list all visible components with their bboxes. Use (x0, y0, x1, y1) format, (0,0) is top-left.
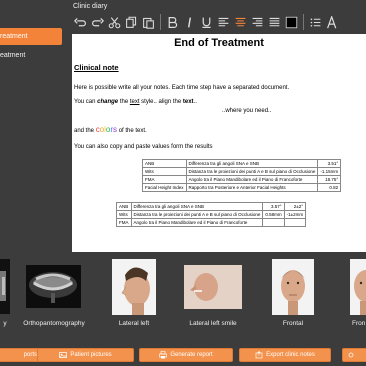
table-cell: Angolo tra il Piano Mandibolare ed il Pi… (185, 175, 319, 184)
table-cell (262, 218, 285, 227)
text-span: text (182, 99, 194, 105)
text-span: style.. align the (139, 99, 183, 105)
thumbnail-frontal-smile[interactable] (350, 259, 366, 315)
table-cell: Differenza tra gli angoli SNA e SNB (185, 159, 319, 168)
paste-icon[interactable] (140, 13, 157, 31)
picture-gallery: y Orthopantomography Lateral left Latera… (0, 252, 366, 342)
button-label: ports (23, 352, 37, 358)
table-cell: Facial Height Index (142, 183, 187, 192)
results-table: ANB Differenza tra gli angoli SNA e SNB 3.… (142, 159, 342, 192)
clinic-diary-title: Clinic diary (73, 3, 108, 10)
thumbnail-orthopantomography[interactable] (26, 265, 81, 308)
thumbnail-label: y (3, 320, 7, 327)
text-span: change (97, 99, 119, 105)
table-row: ANB Differenza tra gli angoli SNA e SNB 3.… (142, 159, 342, 168)
document-subtitle: Clinical note (74, 63, 119, 72)
list-icon[interactable] (307, 13, 324, 31)
thumbnail-label: Frontal (282, 320, 304, 327)
text-span: the (118, 99, 130, 105)
table-cell: 18.75° (317, 175, 342, 184)
table-cell: Wits (142, 167, 187, 176)
table-row: ANB Differenza tra gli angoli SNA e SNB 3.… (116, 202, 307, 211)
table-cell: 2±2° (283, 202, 307, 211)
toolbar-divider (160, 14, 161, 30)
patient-pictures-button[interactable]: Patient pictures (37, 348, 134, 362)
copy-icon[interactable] (123, 13, 140, 31)
table-cell: Angolo tra il Piano Mandibolare ed il Pi… (130, 218, 264, 227)
document-paragraph: You can also copy and paste values form … (74, 144, 213, 150)
table-cell: Distanza tra le proiezioni dei punti A e… (130, 210, 264, 219)
export-icon (255, 351, 263, 359)
thumbnail-label: Orthopantomography (23, 320, 85, 327)
table-cell: -1±2mm (283, 210, 307, 219)
note-document[interactable]: End of Treatment Clinical note Here is p… (72, 34, 366, 252)
document-paragraph: Here is possible write all your notes. E… (74, 85, 290, 91)
table-cell: -1.15mm (317, 167, 342, 176)
table-row: Wits Distanza tra le proiezioni dei punti… (142, 167, 342, 176)
table-cell: 3.57° (262, 202, 285, 211)
thumbnail-label: Lateral left smile (189, 320, 237, 327)
undo-icon[interactable] (72, 13, 89, 31)
table-cell: 0.58mm (262, 210, 285, 219)
colored-word: colors (96, 125, 117, 134)
thumbnail-lateral-left[interactable] (112, 259, 156, 315)
table-cell: Wits (116, 210, 132, 219)
underline-icon[interactable] (198, 13, 215, 31)
document-title: End of Treatment (174, 37, 264, 49)
button-label: Generate report (170, 352, 213, 358)
sidebar: reatment eatment (0, 0, 66, 252)
align-right-icon[interactable] (249, 13, 266, 31)
table-cell: Distanza tra le proiezioni dei punti A e… (185, 167, 319, 176)
table-cell: ANB (116, 202, 132, 211)
export-clinic-notes-button[interactable]: Export clinic notes (239, 348, 331, 362)
thumbnail-lateral-left-smile[interactable] (184, 265, 242, 309)
thumbnail-label: Lateral left (118, 320, 150, 327)
font-size-icon[interactable] (324, 13, 341, 31)
table-cell: FMA (142, 175, 187, 184)
document-paragraph: You can change the text style.. align th… (74, 99, 197, 105)
justify-icon[interactable] (266, 13, 283, 31)
button-label: Export clinic notes (266, 352, 315, 358)
editor-toolbar (72, 12, 366, 32)
table-row: Wits Distanza tra le proiezioni dei punti… (116, 210, 307, 219)
print-icon (159, 351, 168, 359)
thumbnail-xray[interactable] (0, 259, 10, 314)
bold-icon[interactable] (164, 13, 181, 31)
results-table: ANB Differenza tra gli angoli SNA e SNB 3.… (116, 202, 307, 227)
table-cell: 3.51° (317, 159, 342, 168)
table-row: FMA Angolo tra il Piano Mandibolare ed il… (116, 218, 307, 227)
align-left-icon[interactable] (215, 13, 232, 31)
sidebar-item-treatment[interactable]: eatment (0, 47, 62, 64)
table-row: FMA Angolo tra il Piano Mandibolare ed il… (142, 175, 342, 184)
picture-icon (59, 352, 68, 358)
document-paragraph: ..where you need.. (222, 108, 272, 114)
table-cell: 0.82 (317, 183, 342, 192)
text-span: text (129, 99, 140, 105)
generate-report-button[interactable]: Generate report (139, 348, 233, 362)
text-span: of the text. (117, 128, 147, 134)
table-cell: Rapporto tra Posteriore e Anterior Facia… (185, 183, 319, 192)
text-span: You can (74, 99, 98, 105)
toolbar-divider (303, 14, 304, 30)
table-cell: FMA (116, 218, 132, 227)
table-cell: ANB (142, 159, 187, 168)
italic-icon[interactable] (181, 13, 198, 31)
align-center-icon[interactable] (232, 13, 249, 31)
document-paragraph: and the colors of the text. (74, 125, 147, 134)
table-row: Facial Height Index Rapporto tra Posterio… (142, 183, 342, 192)
text-color-icon[interactable] (283, 13, 300, 31)
text-span: .. (193, 99, 197, 105)
table-cell: Differenza tra gli angoli SNA e SNB (130, 202, 264, 211)
cut-icon[interactable] (106, 13, 123, 31)
text-span: and the (74, 128, 96, 134)
thumbnail-frontal[interactable] (272, 259, 314, 315)
thumbnail-label: Fron (352, 320, 366, 327)
settings-icon (348, 352, 354, 358)
button-label: Patient pictures (70, 352, 112, 358)
more-button[interactable] (342, 348, 366, 362)
table-cell (283, 218, 307, 227)
bottom-action-bar: ports Patient pictures Generate report E… (0, 342, 366, 366)
sidebar-item-end-of-treatment[interactable]: reatment (0, 28, 62, 45)
redo-icon[interactable] (89, 13, 106, 31)
